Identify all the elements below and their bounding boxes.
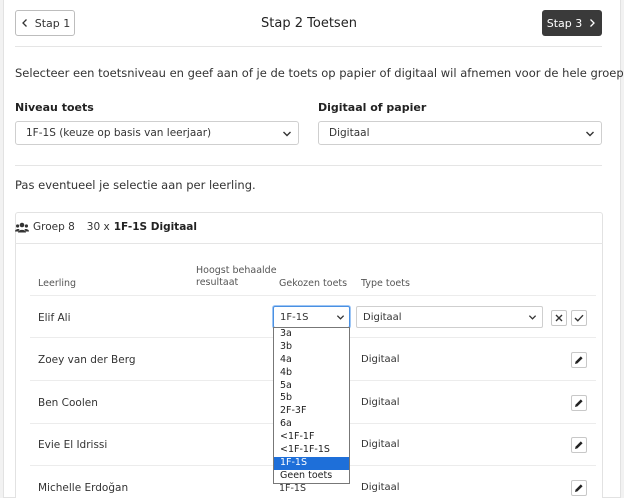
pencil-icon — [575, 356, 583, 364]
sub-text: Pas eventueel je selectie aan per leerli… — [15, 178, 256, 192]
row-type: Digitaal — [361, 354, 400, 365]
chevron-down-icon — [528, 315, 537, 320]
close-icon — [555, 314, 563, 322]
toets-dropdown-list[interactable]: 3a 3b 4a 4b 5a 5b 2F-3F 6a <1F-1F <1F-1F-1S 1F-1S G… — [273, 327, 350, 484]
col-hoogst-line2: resultaat — [196, 277, 239, 288]
chevron-down-icon — [283, 131, 291, 137]
panel-header: Groep 8 30 x 1F-1S Digitaal — [15, 221, 197, 233]
niveau-label: Niveau toets — [15, 101, 94, 114]
section-divider — [15, 165, 602, 166]
edit-button[interactable] — [571, 395, 587, 411]
users-icon — [15, 222, 29, 232]
row-type: Digitaal — [361, 482, 400, 493]
dropdown-option[interactable]: 6a — [274, 418, 349, 431]
col-hoogst-line1: Hoogst behaalde — [196, 265, 277, 276]
dropdown-option[interactable]: 4a — [274, 354, 349, 367]
chevron-right-icon — [590, 19, 596, 27]
editing-row-name: Elif Ali — [38, 312, 71, 324]
cancel-button[interactable] — [551, 310, 567, 326]
type-select[interactable]: Digitaal — [356, 306, 543, 328]
next-step-button[interactable]: Stap 3 — [542, 10, 602, 36]
modus-select-value: Digitaal — [329, 127, 370, 139]
confirm-button[interactable] — [571, 310, 587, 326]
pencil-icon — [575, 399, 583, 407]
row-name: Ben Coolen — [38, 397, 98, 409]
check-icon — [574, 314, 584, 322]
col-hoogst: Hoogst behaalde resultaat — [196, 265, 277, 289]
modus-label: Digitaal of papier — [318, 101, 427, 114]
toets-select-value: 1F-1S — [280, 311, 309, 323]
row-name: Zoey van der Berg — [38, 354, 136, 366]
row-type: Digitaal — [361, 439, 400, 450]
header-divider — [15, 46, 602, 47]
type-select-value: Digitaal — [363, 311, 402, 323]
pencil-icon — [575, 441, 583, 449]
edit-button[interactable] — [571, 480, 587, 496]
dropdown-option[interactable]: <1F-1F-1S — [274, 444, 349, 457]
next-step-label: Stap 3 — [546, 16, 583, 30]
toets-select-active[interactable]: 1F-1S — [273, 306, 350, 328]
edit-button[interactable] — [571, 437, 587, 453]
col-gekozen: Gekozen toets — [279, 278, 348, 289]
col-leerling: Leerling — [38, 278, 77, 289]
dropdown-option[interactable]: 5a — [274, 380, 349, 393]
group-name: Groep 8 — [33, 221, 75, 233]
dropdown-option[interactable]: 3a — [274, 328, 349, 341]
edit-button[interactable] — [571, 352, 587, 368]
dropdown-option[interactable]: 1F-1S — [274, 456, 349, 470]
group-selection: 1F-1S Digitaal — [113, 221, 197, 233]
row-name: Michelle Erdoğan — [38, 482, 129, 494]
dropdown-option[interactable]: 5b — [274, 392, 349, 405]
intro-text: Selecteer een toetsniveau en geef aan of… — [15, 66, 624, 80]
group-count: 30 x — [86, 221, 110, 233]
chevron-down-icon — [586, 131, 594, 137]
dropdown-option[interactable]: 4b — [274, 367, 349, 380]
row-toets: 1F-1S — [279, 483, 307, 494]
page-title: Stap 2 Toetsen — [261, 16, 357, 31]
dropdown-option[interactable]: 3b — [274, 341, 349, 354]
niveau-select[interactable]: 1F-1S (keuze op basis van leerjaar) — [15, 121, 299, 145]
row-name: Evie El Idrissi — [38, 439, 108, 451]
chevron-down-icon — [336, 315, 345, 320]
dropdown-option[interactable]: <1F-1F — [274, 431, 349, 444]
panel-header-divider — [15, 243, 603, 244]
pencil-icon — [575, 484, 583, 492]
modus-select[interactable]: Digitaal — [318, 121, 602, 145]
row-separator — [30, 295, 596, 296]
dropdown-option[interactable]: Geen toets — [274, 470, 349, 483]
niveau-select-value: 1F-1S (keuze op basis van leerjaar) — [26, 127, 212, 139]
row-type: Digitaal — [361, 397, 400, 408]
col-type: Type toets — [361, 278, 410, 289]
dropdown-option[interactable]: 2F-3F — [274, 405, 349, 418]
